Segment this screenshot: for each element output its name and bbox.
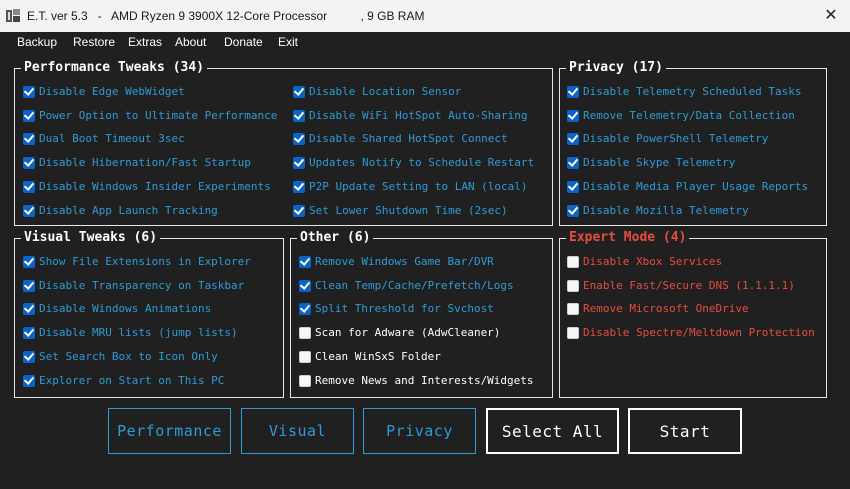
tweak-label: Updates Notify to Schedule Restart: [309, 156, 535, 169]
tweak-label: Disable Xbox Services: [583, 255, 723, 268]
checkbox-unchecked-icon[interactable]: [567, 327, 579, 339]
checkbox-checked-icon[interactable]: [567, 110, 579, 122]
menu-exit[interactable]: Exit: [278, 35, 298, 49]
visual-title: Visual Tweaks (6): [21, 230, 161, 245]
menu-extras[interactable]: Extras: [128, 35, 162, 49]
privacy-button[interactable]: Privacy: [363, 408, 476, 454]
checkbox-checked-icon[interactable]: [567, 205, 579, 217]
title-bar: E.T. ver 5.3 - AMD Ryzen 9 3900X 12-Core…: [0, 0, 850, 32]
checkbox-checked-icon[interactable]: [567, 181, 579, 193]
performance-button[interactable]: Performance: [108, 408, 231, 454]
tweak-label: Disable MRU lists (jump lists): [39, 326, 238, 339]
other-title: Other (6): [297, 230, 374, 245]
tweak-label: Clean Temp/Cache/Prefetch/Logs: [315, 279, 514, 292]
performance-title: Performance Tweaks (34): [21, 60, 208, 75]
select-all-button[interactable]: Select All: [486, 408, 619, 454]
app-window: E.T. ver 5.3 - AMD Ryzen 9 3900X 12-Core…: [0, 0, 850, 489]
checkbox-checked-icon[interactable]: [299, 303, 311, 315]
tweak-label: P2P Update Setting to LAN (local): [309, 180, 528, 193]
menu-about[interactable]: About: [175, 35, 206, 49]
start-button[interactable]: Start: [628, 408, 742, 454]
menu-donate[interactable]: Donate: [224, 35, 263, 49]
checkbox-checked-icon[interactable]: [293, 157, 305, 169]
window-title: E.T. ver 5.3 - AMD Ryzen 9 3900X 12-Core…: [27, 9, 425, 23]
menu-restore[interactable]: Restore: [73, 35, 115, 49]
tweak-label: Dual Boot Timeout 3sec: [39, 132, 185, 145]
tweak-label: Disable Shared HotSpot Connect: [309, 132, 508, 145]
checkbox-checked-icon[interactable]: [23, 133, 35, 145]
tweak-label: Disable Hibernation/Fast Startup: [39, 156, 251, 169]
tweak-label: Enable Fast/Secure DNS (1.1.1.1): [583, 279, 795, 292]
checkbox-checked-icon[interactable]: [567, 133, 579, 145]
checkbox-checked-icon[interactable]: [299, 256, 311, 268]
tweak-label: Set Lower Shutdown Time (2sec): [309, 204, 508, 217]
tweak-label: Power Option to Ultimate Performance: [39, 109, 278, 122]
tweak-label: Show File Extensions in Explorer: [39, 255, 251, 268]
privacy-title: Privacy (17): [566, 60, 666, 75]
checkbox-checked-icon[interactable]: [23, 205, 35, 217]
tweak-label: Explorer on Start on This PC: [39, 374, 225, 387]
checkbox-checked-icon[interactable]: [567, 157, 579, 169]
checkbox-checked-icon[interactable]: [23, 327, 35, 339]
visual-button[interactable]: Visual: [241, 408, 354, 454]
checkbox-checked-icon[interactable]: [567, 86, 579, 98]
tweak-label: Remove Telemetry/Data Collection: [583, 109, 795, 122]
checkbox-unchecked-icon[interactable]: [567, 256, 579, 268]
tweak-label: Disable App Launch Tracking: [39, 204, 218, 217]
tweak-label: Disable Media Player Usage Reports: [583, 180, 809, 193]
tweak-label: Disable Mozilla Telemetry: [583, 204, 749, 217]
checkbox-checked-icon[interactable]: [23, 157, 35, 169]
checkbox-checked-icon[interactable]: [293, 181, 305, 193]
tweak-label: Remove Windows Game Bar/DVR: [315, 255, 494, 268]
expert-title: Expert Mode (4): [566, 230, 690, 245]
tweak-label: Disable WiFi HotSpot Auto-Sharing: [309, 109, 528, 122]
tweak-label: Disable Telemetry Scheduled Tasks: [583, 85, 802, 98]
checkbox-checked-icon[interactable]: [293, 133, 305, 145]
tweak-label: Remove News and Interests/Widgets: [315, 374, 534, 387]
menu-backup[interactable]: Backup: [17, 35, 57, 49]
checkbox-checked-icon[interactable]: [23, 256, 35, 268]
checkbox-unchecked-icon[interactable]: [299, 327, 311, 339]
checkbox-checked-icon[interactable]: [299, 280, 311, 292]
checkbox-unchecked-icon[interactable]: [299, 351, 311, 363]
menu-bar: Backup Restore Extras About Donate Exit: [0, 32, 850, 54]
tweak-label: Disable PowerShell Telemetry: [583, 132, 769, 145]
checkbox-unchecked-icon[interactable]: [299, 375, 311, 387]
checkbox-checked-icon[interactable]: [293, 86, 305, 98]
close-icon[interactable]: ✕: [818, 4, 844, 28]
checkbox-checked-icon[interactable]: [23, 280, 35, 292]
checkbox-checked-icon[interactable]: [23, 375, 35, 387]
tweak-label: Remove Microsoft OneDrive: [583, 302, 749, 315]
tweak-label: Set Search Box to Icon Only: [39, 350, 218, 363]
tweak-label: Disable Spectre/Meltdown Protection: [583, 326, 815, 339]
tweak-label: Scan for Adware (AdwCleaner): [315, 326, 501, 339]
tweak-label: Disable Windows Insider Experiments: [39, 180, 271, 193]
app-icon: [6, 9, 20, 22]
checkbox-checked-icon[interactable]: [293, 205, 305, 217]
tweak-label: Disable Location Sensor: [309, 85, 462, 98]
checkbox-unchecked-icon[interactable]: [567, 280, 579, 292]
tweak-label: Disable Windows Animations: [39, 302, 212, 315]
tweak-label: Disable Edge WebWidget: [39, 85, 185, 98]
checkbox-checked-icon[interactable]: [23, 181, 35, 193]
checkbox-checked-icon[interactable]: [23, 86, 35, 98]
checkbox-checked-icon[interactable]: [23, 110, 35, 122]
checkbox-checked-icon[interactable]: [23, 351, 35, 363]
checkbox-checked-icon[interactable]: [23, 303, 35, 315]
tweak-label: Split Threshold for Svchost: [315, 302, 494, 315]
checkbox-unchecked-icon[interactable]: [567, 303, 579, 315]
tweak-label: Clean WinSxS Folder: [315, 350, 441, 363]
tweak-label: Disable Skype Telemetry: [583, 156, 736, 169]
checkbox-checked-icon[interactable]: [293, 110, 305, 122]
tweak-label: Disable Transparency on Taskbar: [39, 279, 245, 292]
